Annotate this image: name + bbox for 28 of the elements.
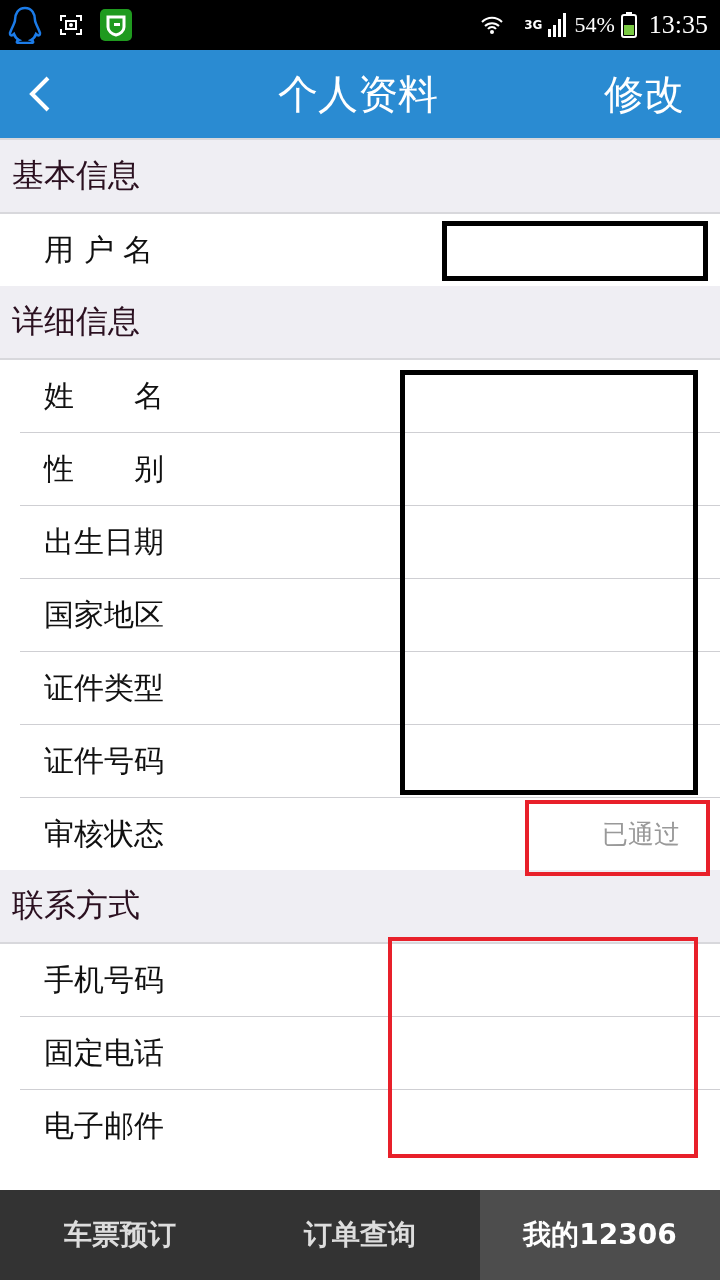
clock: 13:35 [648, 10, 708, 40]
wifi-icon [480, 16, 505, 34]
shield-app-icon [100, 9, 132, 41]
tab[interactable]: 我的12306 [480, 1190, 720, 1280]
penguin-icon [8, 6, 42, 44]
field-label: 国家地区 [44, 595, 164, 634]
field-label: 审核状态 [44, 814, 164, 853]
field-label: 手机号码 [44, 960, 164, 999]
page-title: 个人资料 [278, 69, 438, 119]
field-label: 出生日期 [44, 522, 164, 561]
field-label: 固定电话 [44, 1033, 164, 1072]
edit-button[interactable]: 修改 [604, 66, 684, 122]
field-label: 姓 名 [44, 376, 164, 415]
section-header: 基本信息 [0, 140, 720, 214]
field-label: 电子邮件 [44, 1106, 164, 1145]
back-icon[interactable] [28, 75, 52, 113]
section-header: 联系方式 [0, 870, 720, 944]
field-label: 证件号码 [44, 741, 164, 780]
screenshot-icon [60, 15, 82, 35]
battery-percent: 54% [574, 12, 615, 38]
section-header: 详细信息 [0, 286, 720, 360]
field-label: 用 户 名 [44, 230, 154, 269]
network-type: 3G [524, 18, 543, 32]
battery-icon [620, 12, 637, 38]
field-label: 性 别 [44, 449, 164, 488]
field-label: 证件类型 [44, 668, 164, 707]
field-value: 已通过 [602, 817, 680, 851]
signal-icon [548, 13, 569, 37]
